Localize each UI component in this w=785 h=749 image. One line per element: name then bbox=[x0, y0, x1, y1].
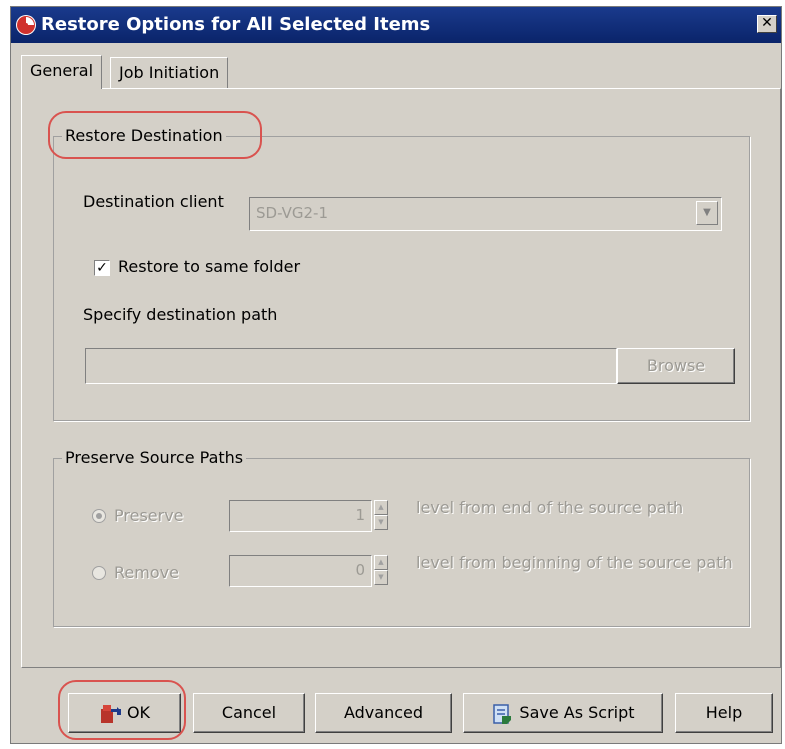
spin-down-icon[interactable]: ▼ bbox=[374, 570, 388, 585]
general-tab-panel: Restore Destination Destination client S… bbox=[21, 88, 781, 668]
ok-button-label: OK bbox=[126, 703, 151, 722]
ok-button[interactable]: OK bbox=[68, 693, 181, 733]
preserve-level-stepper[interactable]: ▲ ▼ bbox=[374, 500, 388, 530]
browse-button[interactable]: Browse bbox=[617, 348, 735, 384]
tab-general-label: General bbox=[30, 61, 94, 80]
dialog-title: Restore Options for All Selected Items bbox=[41, 14, 431, 35]
destination-path-input[interactable] bbox=[85, 348, 617, 384]
remove-level-stepper[interactable]: ▲ ▼ bbox=[374, 555, 388, 585]
close-button[interactable]: ✕ bbox=[757, 15, 777, 33]
advanced-button[interactable]: Advanced bbox=[315, 693, 452, 733]
cancel-button[interactable]: Cancel bbox=[193, 693, 305, 733]
preserve-label: Preserve bbox=[114, 506, 184, 525]
title-bar[interactable]: Restore Options for All Selected Items ✕ bbox=[11, 7, 781, 43]
help-button-label: Help bbox=[705, 703, 743, 722]
tab-job-initiation[interactable]: Job Initiation bbox=[110, 57, 229, 89]
save-as-script-button[interactable]: Save As Script bbox=[463, 693, 663, 733]
restore-options-dialog: Restore Options for All Selected Items ✕… bbox=[10, 6, 782, 744]
preserve-level-value: 1 bbox=[355, 506, 365, 524]
advanced-button-label: Advanced bbox=[343, 703, 424, 722]
remove-level-value: 0 bbox=[355, 561, 365, 579]
browse-button-label: Browse bbox=[646, 356, 706, 375]
remove-level-input[interactable]: 0 bbox=[229, 555, 372, 587]
chevron-down-icon[interactable]: ▼ bbox=[696, 201, 718, 225]
destination-client-label: Destination client bbox=[83, 192, 224, 211]
tab-job-initiation-label: Job Initiation bbox=[119, 63, 220, 82]
destination-client-combo[interactable]: SD-VG2-1 ▼ bbox=[249, 197, 722, 231]
spin-up-icon[interactable]: ▲ bbox=[374, 500, 388, 515]
restore-destination-title: Restore Destination bbox=[62, 124, 226, 148]
restore-destination-group: Restore Destination Destination client S… bbox=[53, 124, 750, 421]
restore-same-folder-checkbox[interactable]: ✓ bbox=[94, 260, 110, 276]
destination-client-value: SD-VG2-1 bbox=[256, 204, 328, 222]
help-button[interactable]: Help bbox=[675, 693, 773, 733]
specify-destination-path-label: Specify destination path bbox=[83, 305, 278, 324]
save-as-script-label: Save As Script bbox=[519, 703, 635, 722]
preserve-source-paths-group: Preserve Source Paths Preserve 1 ▲ ▼ lev… bbox=[53, 446, 750, 627]
tab-general[interactable]: General bbox=[21, 55, 103, 89]
remove-label: Remove bbox=[114, 563, 179, 582]
ok-icon bbox=[100, 704, 121, 723]
remove-radio[interactable] bbox=[92, 566, 106, 580]
close-icon: ✕ bbox=[761, 15, 773, 31]
preserve-level-input[interactable]: 1 bbox=[229, 500, 372, 532]
preserve-radio[interactable] bbox=[92, 509, 106, 523]
cancel-button-label: Cancel bbox=[221, 703, 277, 722]
preserve-suffix-label: level from end of the source path bbox=[416, 498, 684, 517]
spin-down-icon[interactable]: ▼ bbox=[374, 515, 388, 530]
app-logo-icon bbox=[16, 15, 36, 35]
preserve-source-paths-title: Preserve Source Paths bbox=[62, 446, 247, 470]
script-icon bbox=[493, 703, 512, 724]
remove-suffix-label: level from beginning of the source path bbox=[416, 553, 733, 572]
spin-up-icon[interactable]: ▲ bbox=[374, 555, 388, 570]
restore-same-folder-label: Restore to same folder bbox=[118, 257, 301, 276]
